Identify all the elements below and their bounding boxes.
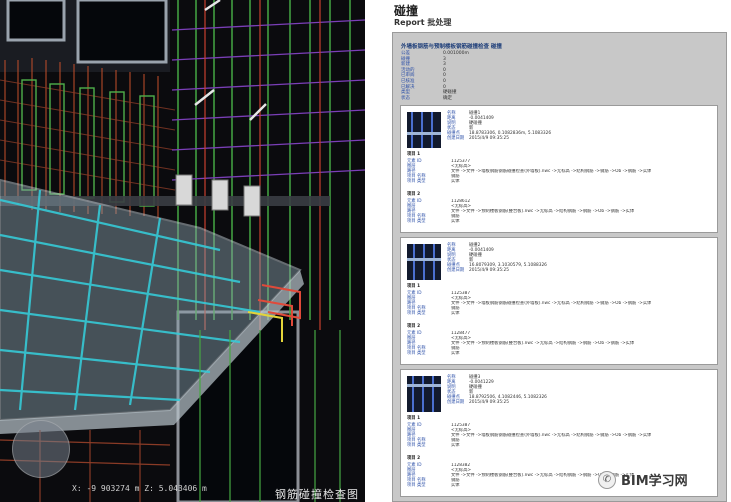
- info-row: 创建日期 2015/4/9 09:35:25: [447, 400, 547, 405]
- clash-item: 项目 1 元素 ID 1125387 图层 <无标高> 路径 文件 ->文件 ->墙板…: [407, 284, 713, 316]
- info-key: 创建日期: [447, 400, 465, 405]
- clash-item: 项目 2 元素 ID 1128477 图层 <无标高> 路径 文件 ->文件 ->预制…: [407, 324, 713, 356]
- item-title: 项目 2: [407, 324, 421, 329]
- report-subtitle: Report 批处理: [394, 18, 452, 27]
- clash-info: 名称 碰撞3 距离 -0.0041229 说明 硬碰撞 状态新 碰撞点 18.87925…: [447, 375, 547, 405]
- item-value: 文件 ->文件 ->预制楼板钢筋(叠合板).nwc ->无标高 ->结构钢筋 -…: [451, 209, 635, 214]
- window-pane: [76, 0, 168, 64]
- summary-row: 状态 确定: [401, 96, 469, 102]
- clash-item: 项目 1 元素 ID 1125377 图层 <无标高> 路径 文件 ->文件 ->墙板…: [407, 152, 713, 184]
- watermark: ✆ BIM学习网: [598, 470, 688, 489]
- item-value: 实体: [451, 351, 460, 356]
- info-row: 创建日期 2015/4/9 09:35:25: [447, 268, 547, 273]
- clash-thumbnail[interactable]: [407, 244, 441, 280]
- watermark-text: BIM学习网: [621, 474, 688, 489]
- item-row: 项目 类型 实体: [407, 443, 713, 448]
- summary-key: 状态: [401, 95, 410, 101]
- summary-value: 0.001000m: [443, 51, 469, 56]
- clash-card[interactable]: 名称 碰撞2 距离 -0.0041409 说明 硬碰撞 状态新 碰撞点 16.80793…: [400, 237, 718, 365]
- connector-group: [175, 174, 261, 217]
- clash-item: 项目 1 元素 ID 1125387 图层 <无标高> 路径 文件 ->文件 ->墙板…: [407, 416, 713, 448]
- window-pane: [6, 0, 66, 42]
- navigation-wheel[interactable]: [12, 420, 70, 478]
- item-key: 项目 类型: [407, 483, 426, 488]
- item-value: 实体: [451, 311, 460, 316]
- item-value: 实体: [451, 443, 460, 448]
- item-row: 项目 类型 实体: [407, 311, 713, 316]
- item-value: 实体: [451, 483, 460, 488]
- item-key: 项目 类型: [407, 179, 426, 184]
- clash-thumbnail[interactable]: [407, 112, 441, 148]
- item-value: 实体: [451, 219, 460, 224]
- summary-value: 确定: [443, 95, 452, 101]
- wechat-icon: ✆: [598, 470, 616, 489]
- pins: [194, 0, 267, 121]
- clash-item: 项目 2 元素 ID 1128612 图层 <无标高> 路径 文件 ->文件 ->预制…: [407, 192, 713, 224]
- clash-info: 名称 碰撞1 距离 -0.0041409 说明 硬碰撞 状态新 碰撞点 18.87833…: [447, 111, 551, 141]
- viewport-caption: 钢筋碰撞检查图: [275, 488, 359, 501]
- clash-info: 名称 碰撞2 距离 -0.0041409 说明 硬碰撞 状态新 碰撞点 16.80793…: [447, 243, 547, 273]
- item-title: 项目 2: [407, 456, 421, 461]
- item-title: 项目 2: [407, 192, 421, 197]
- clash-card[interactable]: 名称 碰撞1 距离 -0.0041409 说明 硬碰撞 状态新 碰撞点 18.87833…: [400, 105, 718, 233]
- item-row: 项目 类型 实体: [407, 219, 713, 224]
- item-value: 文件 ->文件 ->墙板钢筋钢筋碰撞检查(外墙板).nwc ->无标高 ->结构…: [451, 433, 652, 438]
- info-value: 2015/4/9 09:35:25: [469, 136, 509, 141]
- item-title: 项目 1: [407, 284, 421, 289]
- info-key: 创建日期: [447, 268, 465, 273]
- clash-report[interactable]: 碰撞 Report 批处理 外墙板钢筋与预制楼板钢筋碰撞检查 碰撞 公差 0.00…: [380, 0, 731, 502]
- item-title: 项目 1: [407, 152, 421, 157]
- info-key: 创建日期: [447, 136, 465, 141]
- item-key: 项目 类型: [407, 219, 426, 224]
- item-row: 项目 类型 实体: [407, 179, 713, 184]
- summary-table: 公差 0.001000m 碰撞 3 新建 3 活动的 0 已审阅 0 已核准 0 已解决 0 …: [401, 51, 469, 101]
- info-value: 2015/4/9 09:35:25: [469, 400, 509, 405]
- item-key: 项目 类型: [407, 311, 426, 316]
- item-value: 实体: [451, 179, 460, 184]
- info-value: 2015/4/9 09:35:25: [469, 268, 509, 273]
- clash-test-title: 外墙板钢筋与预制楼板钢筋碰撞检查 碰撞: [401, 44, 502, 50]
- coordinate-readout: X: -9 903274 m Z: 5.043406 m: [72, 484, 207, 493]
- report-frame: 外墙板钢筋与预制楼板钢筋碰撞检查 碰撞 公差 0.001000m 碰撞 3 新建 3 …: [392, 32, 727, 502]
- 3d-viewport[interactable]: X: -9 903274 m Z: 5.043406 m 钢筋碰撞检查图: [0, 0, 365, 502]
- info-row: 创建日期 2015/4/9 09:35:25: [447, 136, 551, 141]
- item-key: 项目 类型: [407, 351, 426, 356]
- item-value: 文件 ->文件 ->墙板钢筋钢筋碰撞检查(外墙板).nwc ->无标高 ->结构…: [451, 169, 652, 174]
- item-value: 文件 ->文件 ->墙板钢筋钢筋碰撞检查(外墙板).nwc ->无标高 ->结构…: [451, 301, 652, 306]
- item-row: 项目 类型 实体: [407, 351, 713, 356]
- item-key: 项目 类型: [407, 443, 426, 448]
- clash-thumbnail[interactable]: [407, 376, 441, 412]
- item-value: 文件 ->文件 ->预制楼板钢筋(叠合板).nwc ->无标高 ->结构钢筋 -…: [451, 341, 635, 346]
- item-title: 项目 1: [407, 416, 421, 421]
